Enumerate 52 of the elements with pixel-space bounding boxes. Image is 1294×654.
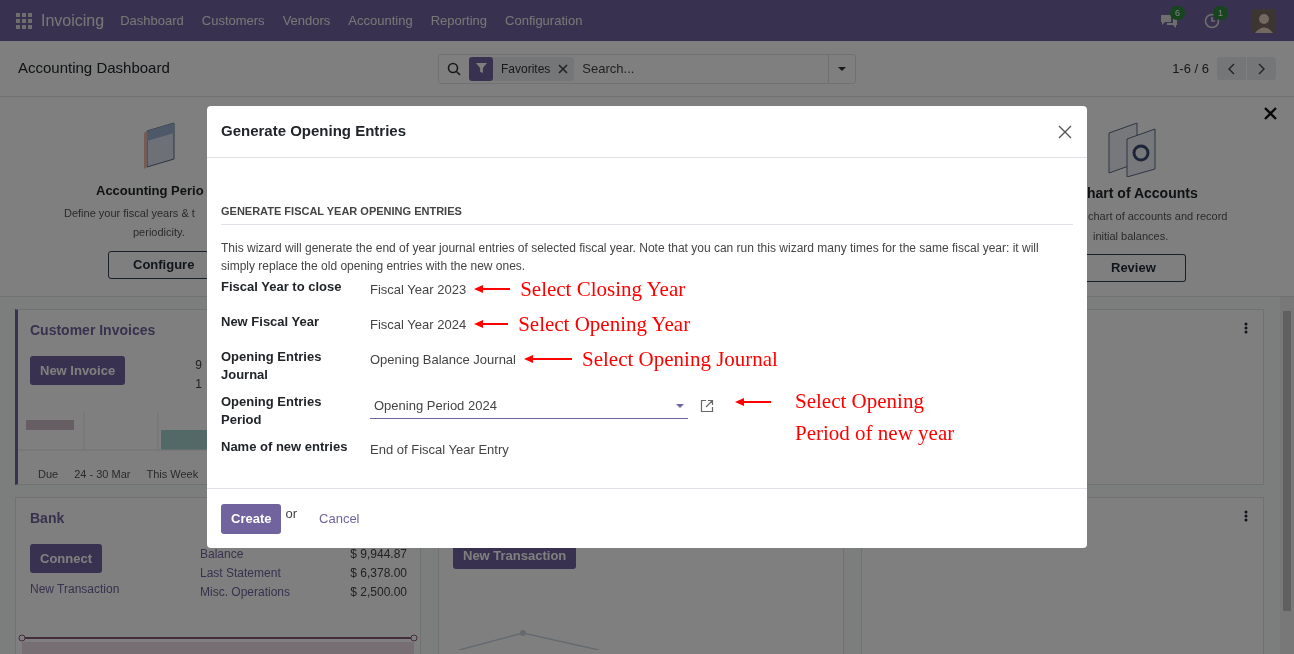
- new-invoice-button[interactable]: New Invoice: [30, 356, 126, 385]
- menu-item[interactable]: Vendors: [282, 10, 331, 31]
- facet-label: Favorites: [500, 60, 552, 78]
- activities-count: 1: [1213, 5, 1228, 20]
- field-value: Fiscal Year 2023: [370, 281, 467, 300]
- step-title: hart of Accounts: [1087, 184, 1198, 203]
- pager-value[interactable]: 1-6 / 6: [1172, 58, 1209, 79]
- chart-label: This Week: [146, 466, 199, 482]
- create-button[interactable]: Create: [221, 503, 282, 534]
- select-field[interactable]: Opening Period 2024: [370, 393, 688, 419]
- cancel-link[interactable]: Cancel: [319, 508, 360, 529]
- step-description: periodicity.: [133, 225, 185, 240]
- stat-label: Balance: [200, 546, 244, 563]
- stat-value: $ 6,378.00: [350, 565, 407, 582]
- page-title: Accounting Dashboard: [18, 58, 171, 79]
- card-figure: 9: [195, 357, 202, 374]
- menu-item[interactable]: Dashboard: [120, 10, 184, 31]
- stat-value: $ 2,500.00: [350, 584, 407, 601]
- field-value: End of Fiscal Year Entry: [370, 441, 509, 459]
- field-label: Name of new entries: [221, 438, 349, 456]
- field-value: Fiscal Year 2024: [370, 316, 467, 335]
- app-name[interactable]: Invoicing: [41, 8, 105, 33]
- step-description: initial balances.: [1093, 228, 1169, 244]
- annotation-text: Select Opening Year: [518, 313, 691, 335]
- menu-item[interactable]: Reporting: [430, 10, 488, 31]
- step-description: chart of accounts and record: [1088, 209, 1228, 224]
- section-heading: GENERATE FISCAL YEAR OPENING ENTRIES: [221, 205, 462, 217]
- field-value: Opening Balance Journal: [370, 351, 516, 370]
- separator-text: or: [285, 504, 298, 523]
- chart-label: 24 - 30 Mar: [74, 466, 131, 482]
- new-transaction-link[interactable]: New Transaction: [30, 580, 200, 598]
- card-title[interactable]: Customer Invoices: [30, 322, 156, 338]
- step-title: Accounting Perio: [96, 182, 204, 200]
- connect-button[interactable]: Connect: [30, 544, 102, 573]
- stat-label: Misc. Operations: [200, 584, 291, 601]
- field-label: Opening Entries Period: [221, 393, 323, 429]
- stat-label: Last Statement: [200, 565, 281, 582]
- annotation-text: Select Opening Period of new year: [795, 388, 956, 447]
- annotation-text: Select Closing Year: [520, 278, 686, 300]
- menu-item[interactable]: Customers: [201, 10, 265, 31]
- annotation-text: Select Opening Journal: [582, 348, 778, 370]
- card-title[interactable]: Bank: [30, 510, 65, 526]
- step-description: Define your fiscal years & t: [64, 205, 195, 221]
- search-input[interactable]: Search...: [582, 58, 828, 79]
- messages-count: 6: [1170, 5, 1185, 20]
- dialog-title: Generate Opening Entries: [221, 121, 407, 142]
- menu-item[interactable]: Accounting: [348, 10, 413, 31]
- menu-item[interactable]: Configuration: [505, 10, 583, 31]
- search-field[interactable]: Favorites Search...: [438, 53, 856, 84]
- card-figure: 1: [195, 376, 202, 393]
- chart-label: Due: [38, 466, 59, 482]
- stat-value: $ 9,944.87: [350, 546, 407, 563]
